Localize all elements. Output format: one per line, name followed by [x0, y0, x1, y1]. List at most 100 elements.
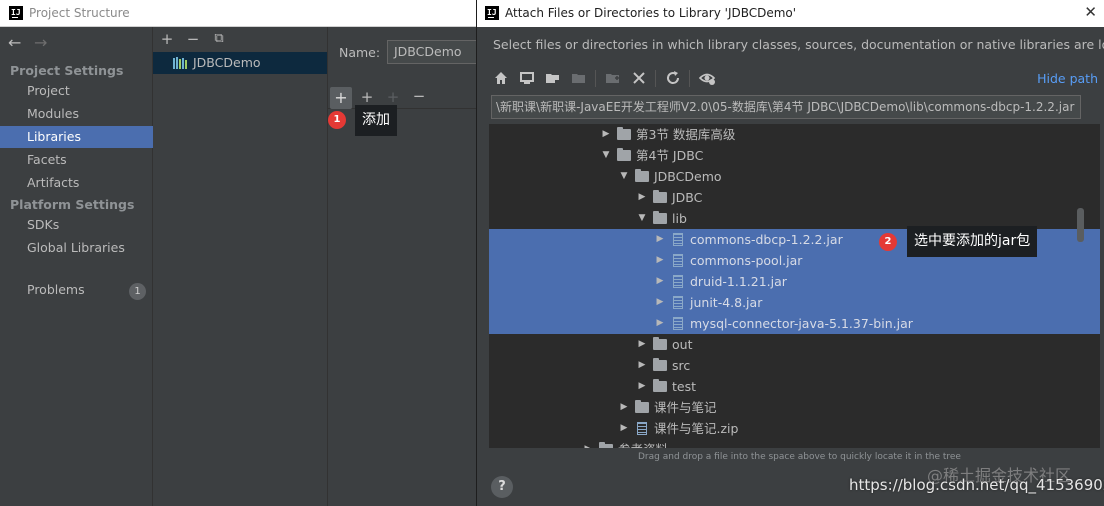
- folder-icon: [653, 190, 667, 203]
- tree-row-label: 第4节 JDBC: [636, 148, 704, 163]
- folder-icon: [653, 337, 667, 350]
- library-roots-toolbar: + + + −: [328, 85, 476, 109]
- tree-row-file[interactable]: ▶ 课件与笔记.zip: [489, 418, 1100, 439]
- remove-root-button[interactable]: −: [410, 87, 428, 105]
- tree-row-folder[interactable]: ▼ JDBCDemo: [489, 166, 1100, 187]
- name-label: Name:: [339, 45, 381, 60]
- library-name: JDBCDemo: [193, 55, 261, 70]
- toolbar-separator: [689, 70, 690, 87]
- sidebar-item-sdks[interactable]: SDKs: [0, 214, 153, 236]
- tree-row-label: 第3节 数据库高级: [636, 127, 736, 142]
- tree-row-label: 参考资料: [618, 439, 668, 448]
- tree-row-file[interactable]: ▶ junit-4.8.jar: [489, 292, 1100, 313]
- copy-library-button[interactable]: ⧉: [210, 30, 228, 48]
- path-input[interactable]: \新职课\新职课-JavaEE开发工程师V2.0\05-数据库\第4节 JDBC…: [491, 95, 1081, 119]
- expand-arrow-down-icon[interactable]: ▼: [601, 145, 611, 166]
- tree-scrollbar[interactable]: [1077, 208, 1084, 242]
- tree-row-folder[interactable]: ▶ test: [489, 376, 1100, 397]
- expand-arrow-down-icon[interactable]: ▼: [637, 208, 647, 229]
- refresh-icon[interactable]: [663, 68, 683, 88]
- intellij-logo-icon: IJ: [485, 6, 499, 20]
- tree-row-label: JDBCDemo: [654, 169, 722, 184]
- libraries-list-panel: + − ⧉ JDBCDemo: [153, 27, 328, 506]
- archive-icon: [673, 254, 683, 267]
- tree-row-folder[interactable]: ▼ 第4节 JDBC: [489, 145, 1100, 166]
- module-folder-icon[interactable]: [569, 68, 589, 88]
- sidebar-item-facets[interactable]: Facets: [0, 149, 153, 171]
- sidebar-item-project[interactable]: Project: [0, 80, 153, 102]
- tree-row-folder[interactable]: ▶ out: [489, 334, 1100, 355]
- add-root-alt-button[interactable]: +: [358, 88, 376, 106]
- sidebar-item-libraries[interactable]: Libraries: [0, 126, 153, 148]
- expand-arrow-down-icon[interactable]: ▼: [619, 166, 629, 187]
- folder-icon: [653, 211, 667, 224]
- archive-icon: [673, 296, 683, 309]
- platform-settings-header: Platform Settings: [10, 197, 135, 212]
- watermark-url: https://blog.csdn.net/qq_41536902: [849, 476, 1104, 494]
- problems-count-badge: 1: [129, 283, 146, 300]
- tree-row-folder[interactable]: ▶ JDBC: [489, 187, 1100, 208]
- drag-drop-hint: Drag and drop a file into the space abov…: [638, 452, 961, 462]
- library-detail-panel: Name: JDBCDemo + + + −: [328, 27, 487, 506]
- remove-library-button[interactable]: −: [184, 30, 202, 48]
- expand-arrow-right-icon[interactable]: ▶: [601, 124, 611, 145]
- project-settings-header: Project Settings: [10, 63, 124, 78]
- home-icon[interactable]: [491, 68, 511, 88]
- project-structure-titlebar: IJ Project Structure: [0, 0, 476, 27]
- sidebar-item-global-libraries[interactable]: Global Libraries: [0, 237, 153, 259]
- add-root-button[interactable]: +: [330, 87, 352, 109]
- help-button[interactable]: ?: [491, 476, 513, 498]
- library-name-field[interactable]: JDBCDemo: [387, 40, 487, 64]
- toolbar-separator: [595, 70, 596, 87]
- archive-icon: [637, 422, 647, 435]
- expand-arrow-right-icon[interactable]: ▶: [637, 187, 647, 208]
- expand-arrow-right-icon[interactable]: ▶: [655, 292, 665, 313]
- expand-arrow-right-icon[interactable]: ▶: [655, 250, 665, 271]
- expand-arrow-right-icon[interactable]: ▶: [655, 229, 665, 250]
- expand-arrow-right-icon[interactable]: ▶: [637, 334, 647, 355]
- delete-icon[interactable]: [629, 68, 649, 88]
- file-tree[interactable]: ▶ 第3节 数据库高级 ▼ 第4节 JDBC ▼ JDBCDemo ▶ JDBC ▼ lib ▶ co…: [489, 124, 1100, 448]
- tree-row-file[interactable]: ▶ mysql-connector-java-5.1.37-bin.jar: [489, 313, 1100, 334]
- expand-arrow-right-icon[interactable]: ▶: [619, 418, 629, 439]
- sidebar-item-modules[interactable]: Modules: [0, 103, 153, 125]
- expand-arrow-right-icon[interactable]: ▶: [583, 439, 593, 448]
- expand-arrow-right-icon[interactable]: ▶: [619, 397, 629, 418]
- tree-row-label: mysql-connector-java-5.1.37-bin.jar: [690, 316, 913, 331]
- add-library-button[interactable]: +: [158, 30, 176, 48]
- desktop-icon[interactable]: [517, 68, 537, 88]
- tree-row-label: junit-4.8.jar: [690, 295, 763, 310]
- close-icon[interactable]: ✕: [1084, 3, 1097, 21]
- project-folder-icon[interactable]: [543, 68, 563, 88]
- settings-sidebar: ← → Project Settings Project Modules Lib…: [0, 27, 153, 506]
- back-arrow-icon[interactable]: ←: [8, 33, 21, 52]
- hide-path-link[interactable]: Hide path: [1037, 71, 1098, 86]
- expand-arrow-right-icon[interactable]: ▶: [655, 313, 665, 334]
- expand-arrow-right-icon[interactable]: ▶: [637, 376, 647, 397]
- callout-badge-1: 1: [328, 111, 346, 129]
- add-disabled-button[interactable]: +: [384, 88, 402, 106]
- tree-row-label: commons-dbcp-1.2.2.jar: [690, 232, 843, 247]
- tree-row-label: out: [672, 337, 693, 352]
- new-folder-icon[interactable]: [603, 68, 623, 88]
- window-title: Project Structure: [29, 6, 130, 20]
- show-hidden-icon[interactable]: [697, 68, 717, 88]
- project-structure-window: IJ Project Structure ← → Project Setting…: [0, 0, 487, 506]
- tree-row-folder[interactable]: ▶ 课件与笔记: [489, 397, 1100, 418]
- tree-row-file[interactable]: ▶ druid-1.1.21.jar: [489, 271, 1100, 292]
- dialog-description: Select files or directories in which lib…: [493, 37, 1104, 52]
- expand-arrow-right-icon[interactable]: ▶: [655, 271, 665, 292]
- tree-row-folder[interactable]: ▶ 参考资料: [489, 439, 1100, 448]
- sidebar-item-artifacts[interactable]: Artifacts: [0, 172, 153, 194]
- expand-arrow-right-icon[interactable]: ▶: [637, 355, 647, 376]
- tree-row-folder[interactable]: ▶ 第3节 数据库高级: [489, 124, 1100, 145]
- forward-arrow-icon[interactable]: →: [34, 33, 47, 52]
- tree-row-label: 课件与笔记.zip: [654, 421, 739, 436]
- library-list-item[interactable]: JDBCDemo: [153, 52, 327, 74]
- dialog-titlebar: IJ Attach Files or Directories to Librar…: [477, 0, 1104, 27]
- library-icon: [173, 57, 187, 69]
- callout-label-1: 添加: [355, 105, 397, 136]
- archive-icon: [673, 275, 683, 288]
- tree-row-folder[interactable]: ▶ src: [489, 355, 1100, 376]
- tree-row-label: test: [672, 379, 697, 394]
